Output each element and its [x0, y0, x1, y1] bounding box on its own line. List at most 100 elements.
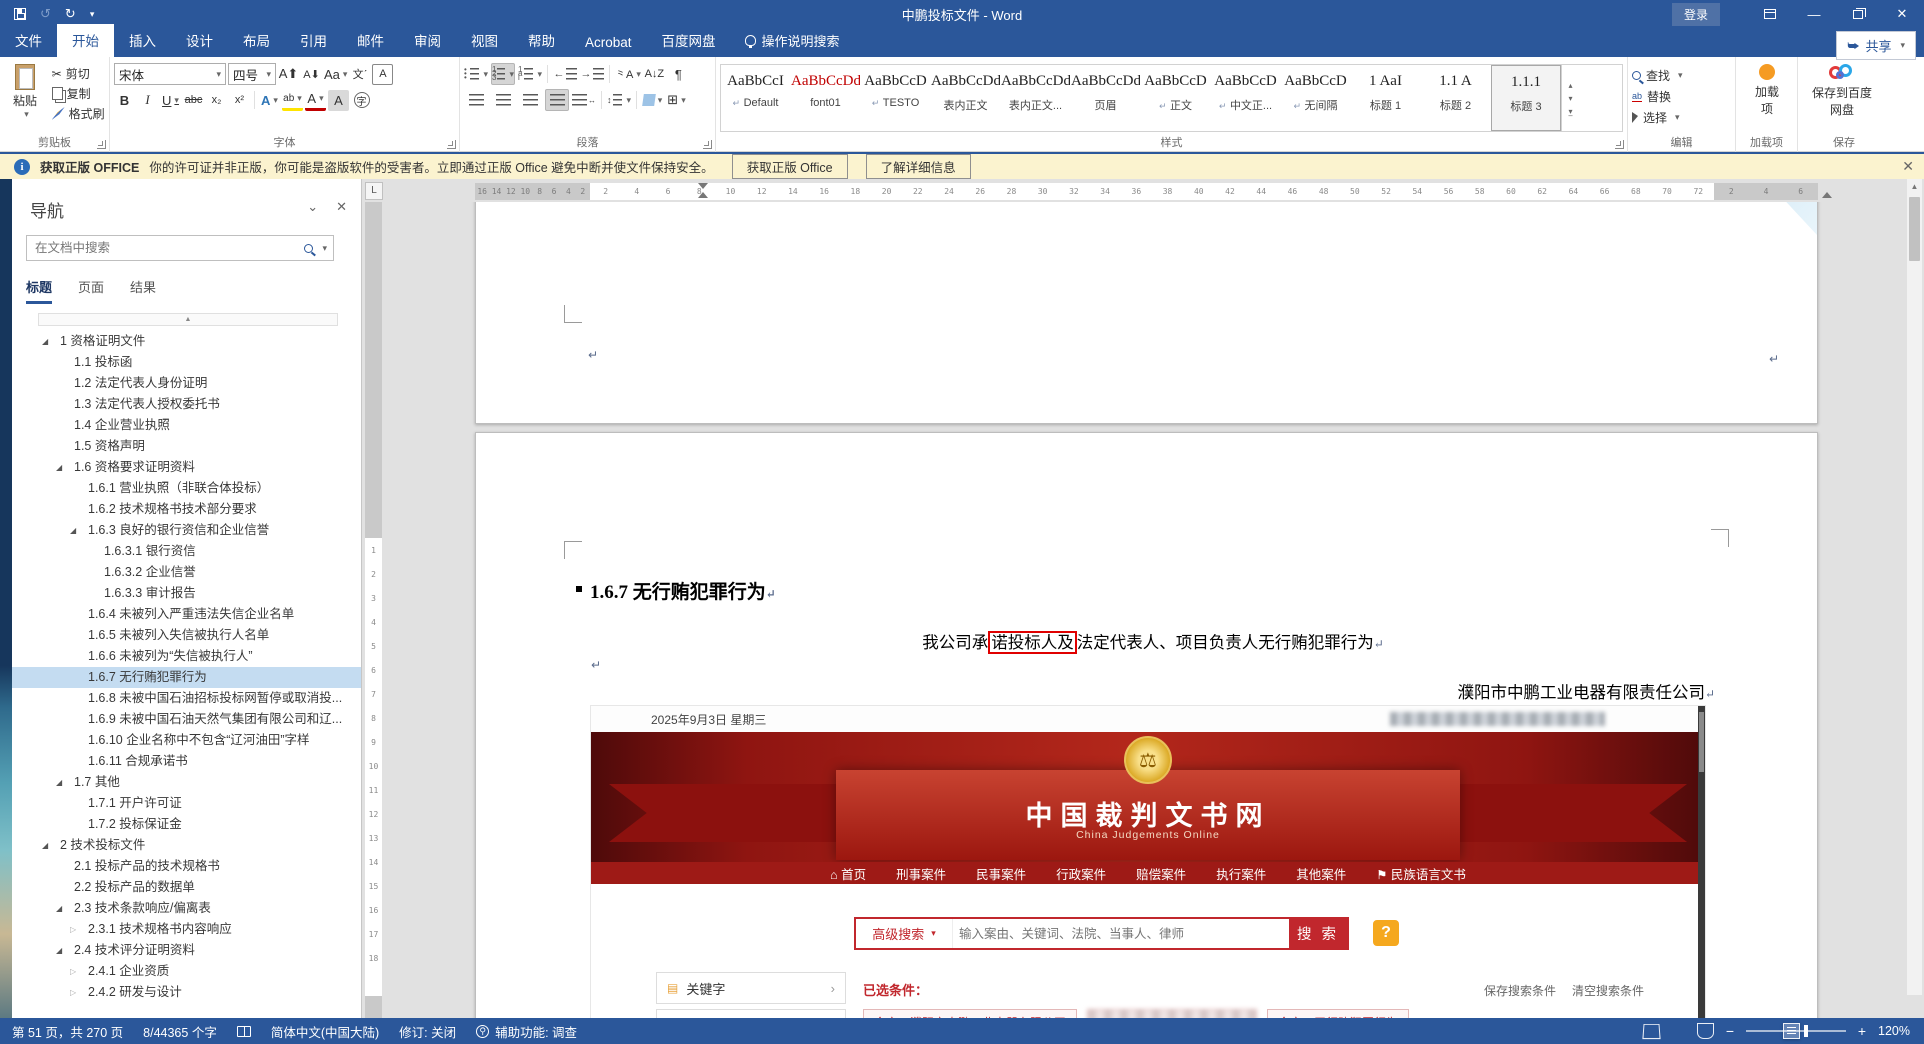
track-changes-indicator[interactable]: 修订: 关闭 — [399, 1022, 456, 1041]
collapse-icon[interactable]: ◢ — [70, 520, 76, 541]
nav-heading-item[interactable]: 2.2 投标产品的数据单 — [12, 877, 361, 898]
signin-button[interactable]: 登录 — [1671, 2, 1720, 26]
document-scrollbar[interactable]: ▲ — [1907, 179, 1922, 995]
collapse-icon[interactable]: ◢ — [56, 898, 62, 919]
tell-me-search[interactable]: 操作说明搜索 — [731, 25, 854, 57]
nav-heading-item[interactable]: 1.2 法定代表人身份证明 — [12, 373, 361, 394]
document-heading[interactable]: 1.6.7 无行贿犯罪行为↵ — [576, 577, 776, 604]
enclose-characters-button[interactable]: 字 — [351, 90, 372, 111]
font-color-button[interactable]: A ▾ — [305, 90, 326, 111]
nav-tab-0[interactable]: 标题 — [26, 277, 53, 304]
customize-qat-icon[interactable]: ▾ — [90, 9, 95, 20]
ribbon-tab-1[interactable]: 开始 — [57, 24, 114, 57]
nav-heading-item[interactable]: 1.6.9 未被中国石油天然气集团有限公司和辽... — [12, 709, 361, 730]
multilevel-list-button[interactable]: 1 a i ▾ — [518, 63, 542, 85]
paste-button[interactable]: 粘贴 ▾ — [4, 61, 46, 133]
nav-heading-item[interactable]: ◢ 2 技术投标文件 — [12, 835, 361, 856]
find-button[interactable]: 查找 ▾ — [1632, 65, 1731, 86]
addins-button[interactable]: 加载项 — [1740, 61, 1794, 133]
distribute-button[interactable]: ↔ — [572, 89, 596, 111]
shading-button[interactable]: ▾ — [641, 90, 663, 111]
asian-layout-button[interactable]: ⺀A ▾ — [615, 64, 641, 85]
style-item-default[interactable]: AaBbCcI ↵ Default — [721, 65, 791, 131]
style-item-正文[interactable]: AaBbCcD ↵ 正文 — [1141, 65, 1211, 131]
document-body-line[interactable]: 我公司承 诺投标人及 法定代表人、项目负责人无行贿犯罪行为↵ — [591, 629, 1715, 654]
style-item-标题-1[interactable]: 1 AaI 标题 1 — [1351, 65, 1421, 131]
collapse-icon[interactable]: ◢ — [42, 331, 48, 352]
style-item-标题-3[interactable]: 1.1.1 标题 3 — [1491, 65, 1561, 131]
nav-heading-item[interactable]: 2.1 投标产品的技术规格书 — [12, 856, 361, 877]
close-button[interactable]: ✕ — [1880, 0, 1924, 28]
word-count[interactable]: 8/44365 个字 — [143, 1022, 217, 1041]
nav-tab-2[interactable]: 结果 — [130, 277, 156, 304]
ribbon-tab-8[interactable]: 视图 — [456, 24, 513, 57]
site-menu-item-7[interactable]: ⚑ 民族语言文书 — [1376, 864, 1466, 883]
style-item-无间隔[interactable]: AaBbCcD ↵ 无间隔 — [1281, 65, 1351, 131]
nav-heading-item[interactable]: 1.6.3.1 银行资信 — [12, 541, 361, 562]
nav-heading-item[interactable]: 1.7.1 开户许可证 — [12, 793, 361, 814]
scroll-up-icon[interactable]: ▲ — [1907, 179, 1922, 194]
show-hide-marks-button[interactable]: ¶ — [668, 64, 689, 85]
ribbon-display-options-button[interactable] — [1748, 0, 1792, 28]
ribbon-tab-2[interactable]: 插入 — [114, 24, 171, 57]
style-item-表内正文...[interactable]: AaBbCcDdE表内正文... — [1001, 65, 1071, 131]
numbering-button[interactable]: 1 2 3 ▾ — [491, 63, 515, 85]
page-indicator[interactable]: 第 51 页，共 270 页 — [12, 1022, 123, 1041]
ribbon-tab-3[interactable]: 设计 — [171, 24, 228, 57]
bold-button[interactable]: B — [114, 90, 135, 111]
site-search-button[interactable]: 搜 索 — [1289, 919, 1347, 948]
web-layout-button[interactable] — [1697, 1023, 1715, 1039]
nav-heading-item[interactable]: 1.6.8 未被中国石油招标投标网暂停或取消投... — [12, 688, 361, 709]
paragraph-dialog-launcher[interactable] — [703, 140, 712, 149]
nav-tab-1[interactable]: 页面 — [78, 277, 104, 304]
document-page-current[interactable]: 1.6.7 无行贿犯罪行为↵ 我公司承 诺投标人及 法定代表人、项目负责人无行贿犯罪… — [475, 432, 1818, 1018]
style-item-中文正...[interactable]: AaBbCcD ↵ 中文正... — [1211, 65, 1281, 131]
ribbon-tab-6[interactable]: 邮件 — [342, 24, 399, 57]
character-border-button[interactable]: A — [372, 63, 394, 85]
nav-heading-item[interactable]: ◢ 1.6.3 良好的银行资信和企业信誉 — [12, 520, 361, 541]
nav-pane-close-icon[interactable]: ✕ — [336, 199, 347, 215]
nav-heading-item[interactable]: 1.6.4 未被列入严重违法失信企业名单 — [12, 604, 361, 625]
accessibility-status[interactable]: ⚲ 辅助功能: 调查 — [476, 1022, 577, 1041]
align-left-button[interactable] — [464, 89, 488, 111]
get-genuine-office-button[interactable]: 获取正版 Office — [731, 154, 848, 179]
site-menu-item-1[interactable]: 刑事案件 — [896, 864, 946, 883]
nav-heading-item[interactable]: 1.6.3.3 审计报告 — [12, 583, 361, 604]
justify-button[interactable] — [545, 89, 569, 111]
style-item-font01[interactable]: AaBbCcDd font01 — [791, 65, 861, 131]
expand-icon[interactable]: ▷ — [70, 961, 76, 982]
replace-button[interactable]: ab 替换 — [1632, 86, 1731, 107]
nav-search-dropdown-icon[interactable]: ▾ — [322, 243, 327, 254]
language-indicator[interactable]: 简体中文(中国大陆) — [271, 1022, 379, 1041]
select-button[interactable]: 选择 ▾ — [1632, 107, 1731, 128]
nav-heading-item[interactable]: 1.3 法定代表人授权委托书 — [12, 394, 361, 415]
ribbon-tab-9[interactable]: 帮助 — [513, 24, 570, 57]
redo-icon[interactable]: ↻ — [65, 6, 76, 22]
document-search-input[interactable] — [27, 241, 305, 255]
cut-button[interactable]: ✂ 剪切 — [52, 65, 105, 82]
text-effects-button[interactable]: A ▾ — [259, 90, 280, 111]
censored-condition-chip[interactable] — [1087, 1009, 1258, 1018]
nav-search-icon[interactable] — [304, 243, 314, 253]
ribbon-tab-4[interactable]: 布局 — [228, 24, 285, 57]
subscript-button[interactable]: x₂ — [206, 90, 227, 111]
ribbon-tab-11[interactable]: 百度网盘 — [647, 24, 731, 57]
ribbon-tab-5[interactable]: 引用 — [285, 24, 342, 57]
shrink-font-button[interactable]: A⬇︎ — [301, 64, 322, 85]
character-shading-button[interactable]: A — [328, 89, 349, 111]
nav-heading-item[interactable]: ◢ 1 资格证明文件 — [12, 331, 361, 352]
learn-more-button[interactable]: 了解详细信息 — [865, 154, 971, 179]
advanced-search-button[interactable]: 高级搜索 ▾ — [856, 919, 952, 948]
nav-heading-item[interactable]: 1.6.10 企业名称中不包含“辽河油田”字样 — [12, 730, 361, 751]
share-button[interactable]: ⮩ 共享 ▾ — [1836, 31, 1916, 60]
style-item-表内正文[interactable]: AaBbCcDdE表内正文 — [931, 65, 1001, 131]
nav-heading-item[interactable]: 1.5 资格声明 — [12, 436, 361, 457]
zoom-level[interactable]: 120% — [1878, 1024, 1910, 1038]
condition-chip[interactable]: 全文：无行贿犯罪行为 — [1267, 1009, 1410, 1018]
strikethrough-button[interactable]: abc — [183, 90, 204, 111]
site-menu-item-2[interactable]: 民事案件 — [976, 864, 1026, 883]
restore-button[interactable] — [1836, 0, 1880, 28]
superscript-button[interactable]: x² — [229, 90, 250, 111]
style-item-标题-2[interactable]: 1.1 A 标题 2 — [1421, 65, 1491, 131]
style-item-页眉[interactable]: AaBbCcDdE页眉 — [1071, 65, 1141, 131]
